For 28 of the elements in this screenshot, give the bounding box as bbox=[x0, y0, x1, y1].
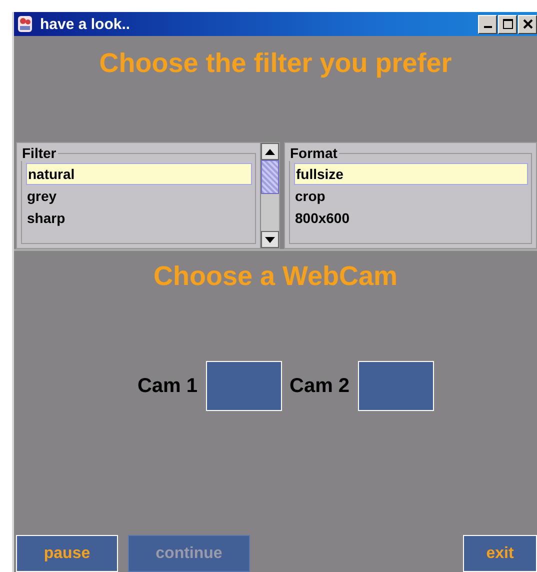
scrollbar[interactable] bbox=[260, 143, 279, 248]
minimize-icon bbox=[484, 26, 492, 28]
close-icon bbox=[522, 19, 532, 29]
down-arrow-icon bbox=[265, 236, 275, 242]
window-title: have a look.. bbox=[40, 16, 132, 32]
cam-label: Cam 1 bbox=[137, 374, 198, 398]
scroll-thumb[interactable] bbox=[261, 160, 279, 194]
minimize-button[interactable] bbox=[478, 14, 497, 34]
cam-label: Cam 2 bbox=[290, 374, 350, 398]
maximize-icon bbox=[502, 19, 512, 29]
maximize-button[interactable] bbox=[498, 14, 517, 34]
filter-heading: Choose the filter you prefer bbox=[98, 48, 453, 80]
close-button[interactable] bbox=[518, 14, 537, 34]
list-item[interactable]: 800x600 bbox=[294, 207, 528, 229]
up-arrow-icon bbox=[265, 148, 275, 154]
list-item[interactable]: sharp bbox=[26, 207, 252, 229]
cam-button[interactable] bbox=[206, 361, 282, 411]
scroll-up-button[interactable] bbox=[261, 143, 279, 160]
list-item[interactable]: fullsize bbox=[294, 163, 528, 185]
list-item[interactable]: crop bbox=[294, 185, 528, 207]
group-title: Format bbox=[289, 145, 338, 161]
list-item[interactable]: natural bbox=[26, 163, 252, 185]
scroll-down-button[interactable] bbox=[261, 231, 279, 248]
list-item[interactable]: grey bbox=[26, 185, 252, 207]
cam-button[interactable] bbox=[358, 361, 434, 411]
app-icon bbox=[16, 15, 34, 33]
group-title: Filter bbox=[21, 145, 58, 161]
webcam-heading: Choose a WebCam bbox=[152, 261, 399, 293]
